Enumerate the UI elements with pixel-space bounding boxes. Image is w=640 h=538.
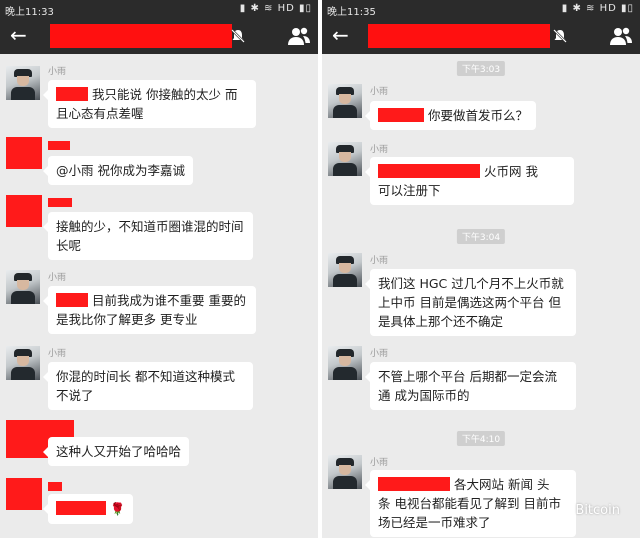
sender-name: 小雨 — [48, 273, 67, 283]
redacted-text — [378, 108, 424, 122]
redacted-text — [56, 293, 88, 307]
message-text: 火币网 我 — [484, 164, 538, 179]
watermark-text: Bitcoin — [575, 503, 620, 518]
sender-name: 小雨 — [48, 349, 67, 359]
chat-title-redacted — [368, 24, 550, 48]
redacted-text — [56, 501, 106, 515]
rose-emoji: 🌹 — [110, 502, 125, 516]
message-text: 条 电视台都能看见了解到 目前市 — [378, 496, 561, 511]
message-text: 你要做首发币么？ — [428, 108, 529, 123]
message-timestamp: 下午3:04 — [456, 229, 506, 244]
message-bubble[interactable]: 我只能说 你接触的太少 而且心态有点差喔 — [43, 80, 256, 128]
status-bar: 晚上11:35 ▮ ✱ ≋ HD ▮▯ — [322, 0, 640, 18]
message-timestamp: 下午3:03 — [456, 61, 506, 76]
redacted-sender-name — [48, 198, 72, 207]
left-chat-screenshot: 晚上11:33 ▮ ✱ ≋ HD ▮▯ ← 小雨 我只能说 你接触的太少 而且心… — [0, 0, 318, 538]
status-icons: ▮ ✱ ≋ HD ▮▯ — [561, 3, 634, 14]
redacted-avatar — [6, 478, 42, 510]
message-bubble[interactable]: 这种人又开始了哈哈哈 — [42, 437, 190, 466]
message-text: 我们这 HGC 过几个月不上火币就上中币 目前是偶选这两个平台 但是具体上那个还… — [378, 276, 564, 329]
message-text: 接触的少，不知道币圈谁混的时间长呢 — [56, 219, 244, 253]
sender-name: 小雨 — [370, 458, 389, 468]
mute-bell-icon — [231, 29, 245, 43]
redacted-text — [56, 87, 88, 101]
sender-name: 小雨 — [370, 349, 389, 359]
group-members-icon[interactable] — [288, 26, 310, 46]
status-time: 晚上11:33 — [5, 7, 54, 18]
right-chat-screenshot: 晚上11:35 ▮ ✱ ≋ HD ▮▯ ← 下午3:03 小雨 你要做首发币么？… — [322, 0, 640, 538]
back-arrow-icon[interactable]: ← — [332, 23, 349, 47]
message-text: 可以注册下 — [378, 183, 441, 198]
message-bubble[interactable]: 我们这 HGC 过几个月不上火币就上中币 目前是偶选这两个平台 但是具体上那个还… — [365, 269, 576, 336]
chat-title-bar: ← — [0, 18, 318, 54]
chat-title-redacted — [50, 24, 232, 48]
avatar[interactable] — [6, 270, 40, 304]
message-bubble[interactable]: 火币网 我 可以注册下 — [365, 157, 574, 205]
message-text: 这种人又开始了哈哈哈 — [56, 444, 182, 459]
message-bubble[interactable]: 接触的少，不知道币圈谁混的时间长呢 — [43, 212, 253, 260]
message-text: 各大网站 新闻 头 — [454, 477, 550, 492]
message-text: 不管上哪个平台 后期都一定会流通 成为国际币的 — [378, 369, 557, 403]
sender-name: 小雨 — [370, 87, 389, 97]
message-bubble[interactable]: 你要做首发币么？ — [364, 101, 537, 130]
message-text: @小雨 祝你成为李嘉诚 — [56, 163, 185, 178]
sender-name: 小雨 — [48, 67, 67, 77]
message-bubble[interactable]: 各大网站 新闻 头 条 电视台都能看见了解到 目前市 场已经是一币难求了 — [365, 470, 576, 537]
status-bar: 晚上11:33 ▮ ✱ ≋ HD ▮▯ — [0, 0, 318, 18]
message-bubble[interactable]: 你混的时间长 都不知道这种模式不说了 — [43, 362, 253, 410]
message-text: 场已经是一币难求了 — [378, 515, 491, 530]
sender-name: 小雨 — [370, 145, 389, 155]
redacted-text — [378, 164, 480, 178]
avatar[interactable] — [6, 346, 40, 380]
group-members-icon[interactable] — [610, 26, 632, 46]
message-bubble[interactable]: 🌹 — [43, 494, 133, 524]
redacted-text — [378, 477, 450, 491]
message-timestamp: 下午4:10 — [456, 431, 506, 446]
redacted-avatar — [6, 137, 42, 169]
avatar[interactable] — [328, 142, 362, 176]
message-bubble[interactable]: 目前我成为谁不重要 重要的是我比你了解更多 更专业 — [43, 286, 256, 334]
chat-title-bar: ← — [322, 18, 640, 54]
status-icons: ▮ ✱ ≋ HD ▮▯ — [239, 3, 312, 14]
status-time: 晚上11:35 — [327, 7, 376, 18]
redacted-sender-name — [48, 141, 70, 150]
redacted-sender-name — [48, 482, 62, 491]
message-bubble[interactable]: 不管上哪个平台 后期都一定会流通 成为国际币的 — [365, 362, 576, 410]
sender-name: 小雨 — [370, 256, 389, 266]
avatar[interactable] — [328, 346, 362, 380]
redacted-avatar — [6, 195, 42, 227]
avatar[interactable] — [328, 84, 362, 118]
avatar[interactable] — [328, 455, 362, 489]
message-bubble[interactable]: @小雨 祝你成为李嘉诚 — [43, 156, 193, 185]
mute-bell-icon — [553, 29, 567, 43]
avatar[interactable] — [328, 253, 362, 287]
avatar[interactable] — [6, 66, 40, 100]
message-text: 你混的时间长 都不知道这种模式不说了 — [56, 369, 235, 403]
back-arrow-icon[interactable]: ← — [10, 23, 27, 47]
